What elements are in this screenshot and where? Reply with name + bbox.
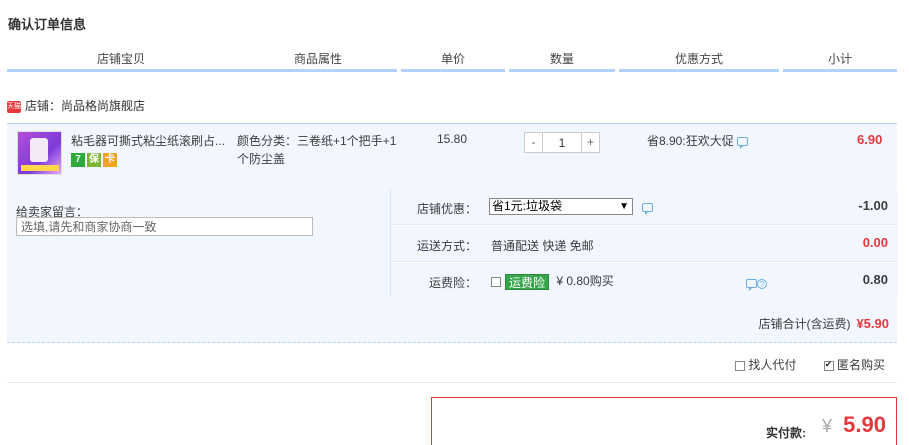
shop-discount-row: 店铺优惠： 省1元:垃圾袋 ▼ -1.00 [391,189,898,225]
help-icon[interactable]: ? [757,278,767,289]
bottom-options: 找人代付 匿名购买 [735,356,885,373]
unit-price: 15.80 [436,132,468,146]
anonymous-checkbox[interactable] [823,359,834,371]
header-bar [619,69,779,72]
insurance-help: ? [743,276,767,292]
col-header-item: 店铺宝贝 [96,52,145,66]
delivery-row: 运送方式： 普通配送 快递 免邮 0.00 [391,226,898,262]
payment-summary-box: 实付款: ¥ 5.90 [431,397,897,445]
header-bar [7,69,397,72]
qty-minus-button[interactable]: - [524,132,543,153]
col-header-subtotal: 小计 [827,52,852,66]
insurance-label: 运费险： [428,276,477,290]
col-header-attr: 商品属性 [293,52,342,66]
insurance-price-text: ¥ 0.80购买 [556,274,614,288]
anonymous-option[interactable]: 匿名购买 [823,356,886,373]
order-item-row: 粘毛器可撕式粘尘纸滚刷占... 7保卡 颜色分类：三卷纸+1个把手+1个防尘盖 … [7,123,897,189]
order-options-section: 给卖家留言： 店铺优惠： 省1元:垃圾袋 ▼ -1.00 运送方式： 普通配送 … [7,189,898,343]
proxy-pay-option[interactable]: 找人代付 [735,356,796,373]
guarantee-icon[interactable]: 保 [87,152,101,167]
shop-discount-label: 店铺优惠： [416,202,477,216]
shop-total: 店铺合计(含运费) ¥5.90 [758,315,889,332]
qty-plus-button[interactable]: + [581,132,600,153]
promo-info: 省8.90:狂欢大促 [647,132,748,150]
tmall-icon: 天猫 [7,100,21,113]
divider [7,382,897,383]
promo-chat-icon[interactable] [736,137,748,150]
options-panel: 店铺优惠： 省1元:垃圾袋 ▼ -1.00 运送方式： 普通配送 快递 免邮 0… [390,189,898,298]
anonymous-label: 匿名购买 [837,358,886,372]
pay-currency: ¥ [821,416,832,436]
order-table-header: 店铺宝贝 商品属性 单价 数量 优惠方式 小计 [7,47,897,73]
header-bar [401,69,505,72]
delivery-amount: 0.00 [862,235,888,250]
insurance-option: 运费险 ¥ 0.80购买 [491,272,614,290]
shop-name-link[interactable]: 店铺：尚品格尚旗舰店 [25,99,145,113]
discount-chat-icon[interactable] [642,203,653,215]
insurance-amount: 0.80 [862,272,888,287]
col-header-promo: 优惠方式 [674,52,723,66]
proxy-pay-checkbox[interactable] [735,360,745,371]
card-icon[interactable]: 卡 [103,152,117,167]
service-icons: 7保卡 [71,152,119,167]
col-header-price: 单价 [440,52,465,66]
shop-discount-select[interactable]: 省1元:垃圾袋 ▼ [489,198,633,215]
insurance-chat-icon[interactable] [746,279,757,292]
promo-text: 省8.90:狂欢大促 [647,134,734,148]
pay-label: 实付款: [766,426,806,440]
qty-input[interactable] [542,132,582,153]
dropdown-arrow-icon: ▼ [619,201,629,212]
shop-discount-value: 省1元:垃圾袋 [492,199,563,213]
col-header-qty: 数量 [549,52,574,66]
message-input[interactable] [16,217,313,236]
proxy-pay-label: 找人代付 [748,358,797,372]
product-thumbnail[interactable] [17,131,62,175]
shop-discount-amount: -1.00 [858,198,888,213]
shop-total-label: 店铺合计(含运费) [758,317,851,331]
shop-row: 天猫 店铺：尚品格尚旗舰店 [7,96,145,116]
delivery-value: 普通配送 快递 免邮 [491,239,594,253]
product-attributes: 颜色分类：三卷纸+1个把手+1个防尘盖 [237,134,397,166]
delivery-label: 运送方式： [416,239,477,253]
shop-total-amount: ¥5.90 [856,316,889,331]
7-day-return-icon[interactable]: 7 [71,152,85,167]
insurance-checkbox[interactable] [491,276,501,287]
insurance-row: 运费险： 运费险 ¥ 0.80购买 ? 0.80 [391,263,898,298]
header-bar [509,69,615,72]
product-title-link[interactable]: 粘毛器可撕式粘尘纸滚刷占... [71,132,231,149]
header-bar [783,69,897,72]
page-title: 确认订单信息 [8,17,87,32]
item-subtotal: 6.90 [857,132,883,147]
insurance-tag: 运费险 [505,273,550,290]
pay-amount: 5.90 [843,412,886,437]
